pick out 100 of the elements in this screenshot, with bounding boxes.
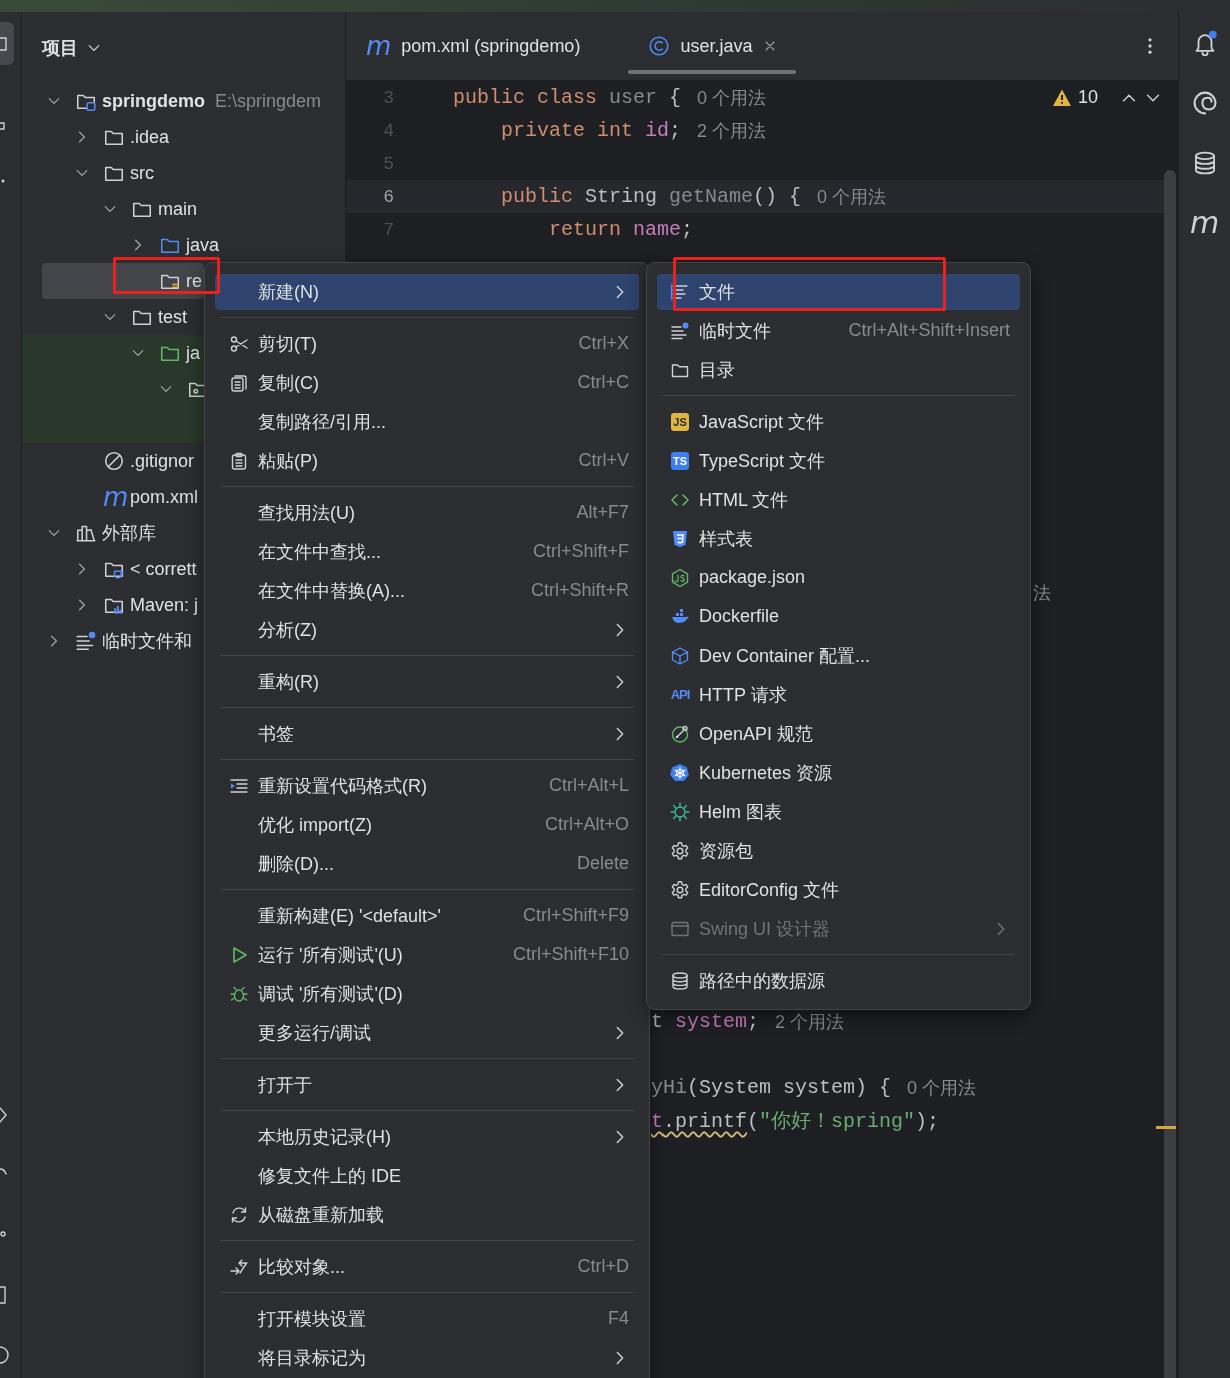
file-type-badge: JS <box>671 412 689 431</box>
editor-tab[interactable]: user.java <box>628 12 797 80</box>
menu-item[interactable]: 打开于 <box>215 1066 639 1103</box>
menu-item[interactable]: 运行 '所有测试'(U) Ctrl+Shift+F10 <box>215 936 639 973</box>
tree-row[interactable]: Maven: j <box>22 587 204 623</box>
shortcut-text: Ctrl+Alt+O <box>543 814 629 835</box>
shortcut-text: Ctrl+Alt+Shift+Insert <box>847 320 1010 341</box>
tree-item-label: re <box>186 270 202 292</box>
menu-item[interactable]: 资源包 <box>657 832 1020 869</box>
menu-item[interactable]: 路径中的数据源 <box>657 962 1020 999</box>
menu-item[interactable]: 将目录标记为 <box>215 1339 639 1376</box>
shortcut-text: Ctrl+Shift+R <box>529 580 629 601</box>
menu-item[interactable]: 在文件中替换(A)... Ctrl+Shift+R <box>215 572 639 609</box>
tree-row[interactable]: main <box>22 191 345 227</box>
menu-item[interactable]: 复制(C) Ctrl+C <box>215 364 639 401</box>
spiral-icon <box>1191 90 1218 116</box>
menu-item[interactable]: 文件 <box>657 273 1020 310</box>
tree-row[interactable]: .gitignor <box>22 443 204 479</box>
menu-item[interactable]: 查找用法(U) Alt+F7 <box>215 494 639 531</box>
project-path: E:\springdem <box>215 90 322 112</box>
panel-title[interactable]: 项目 <box>42 35 78 60</box>
maven-file-icon: m <box>366 35 392 57</box>
shortcut-text: Ctrl+Shift+F9 <box>521 905 629 926</box>
menu-item[interactable]: 书签 <box>215 715 639 752</box>
menu-item[interactable]: 修复文件上的 IDE <box>215 1157 639 1194</box>
usage-hint: 2 个用法 <box>775 1010 845 1034</box>
menu-item[interactable]: JS JavaScript 文件 <box>657 403 1020 440</box>
clipboard-icon <box>229 450 249 471</box>
menu-item[interactable]: 重构(R) <box>215 663 639 700</box>
menu-item[interactable]: 重新设置代码格式(R) Ctrl+Alt+L <box>215 767 639 804</box>
menu-item[interactable]: 新建(N) <box>215 273 639 310</box>
shortcut-text: Ctrl+X <box>577 333 629 354</box>
scissors-icon <box>229 333 249 354</box>
menu-item[interactable]: 从磁盘重新加载 <box>215 1196 639 1233</box>
project-tool-button[interactable] <box>0 22 14 65</box>
api-label: API <box>670 687 690 702</box>
tree-row[interactable]: m pom.xml <box>22 479 204 515</box>
tree-item-label: .idea <box>130 126 170 148</box>
menu-item[interactable]: HTML 文件 <box>657 481 1020 518</box>
tree-row[interactable]: 临时文件和 <box>22 623 204 659</box>
editor-tab[interactable]: m pom.xml (springdemo) <box>346 12 599 80</box>
menu-item[interactable]: 复制路径/引用... <box>215 403 639 440</box>
tree-item-label: src <box>130 162 154 184</box>
scrollbar-thumb[interactable] <box>1164 170 1176 1378</box>
menu-item[interactable]: 在文件中查找... Ctrl+Shift+F <box>215 533 639 570</box>
tree-item-label: main <box>158 198 197 220</box>
sun-icon <box>670 801 690 822</box>
tree-row[interactable]: re <box>42 263 204 299</box>
file-lines-icon <box>670 281 690 302</box>
menu-item[interactable]: TS TypeScript 文件 <box>657 442 1020 479</box>
tree-row[interactable]: test <box>22 299 204 335</box>
cube-icon <box>670 645 690 666</box>
tree-item-label: pom.xml <box>130 486 198 508</box>
menu-item[interactable]: Helm 图表 <box>657 793 1020 830</box>
menu-item[interactable]: API HTTP 请求 <box>657 676 1020 713</box>
menu-item[interactable]: Dev Container 配置... <box>657 637 1020 674</box>
menu-item[interactable]: 打开模块设置 F4 <box>215 1300 639 1337</box>
menu-item[interactable]: 剪切(T) Ctrl+X <box>215 325 639 362</box>
tree-item-label: Maven: j <box>130 594 199 616</box>
maven-tool-icon[interactable]: m <box>1189 210 1220 236</box>
menu-item[interactable]: OpenAPI 规范 <box>657 715 1020 752</box>
menu-item[interactable]: package.json <box>657 559 1020 596</box>
menu-item[interactable]: 优化 import(Z) Ctrl+Alt+O <box>215 806 639 843</box>
tree-row[interactable]: java <box>22 227 345 263</box>
menu-item[interactable]: 目录 <box>657 351 1020 388</box>
menu-item[interactable]: Dockerfile <box>657 598 1020 635</box>
menu-item[interactable]: 分析(Z) <box>215 611 639 648</box>
tree-row[interactable]: < corrett <box>22 551 204 587</box>
menu-item[interactable]: 重新构建(E) '<default>' Ctrl+Shift+F9 <box>215 897 639 934</box>
menu-item[interactable]: 调试 '所有测试'(D) <box>215 975 639 1012</box>
menu-item[interactable]: EditorConfig 文件 <box>657 871 1020 908</box>
code-line: yHi(System system) { <box>651 1076 892 1099</box>
ignore-file-icon <box>103 450 125 472</box>
line-number: 6 <box>382 186 394 207</box>
usage-hint: 0 个用法 <box>817 185 887 209</box>
tree-row[interactable]: src <box>22 155 345 191</box>
gauge-icon <box>670 723 690 744</box>
hexagon-icon <box>670 567 690 588</box>
tree-row[interactable]: 外部库 <box>22 515 204 551</box>
usage-hint: 法 <box>1033 581 1051 605</box>
tree-row[interactable]: .idea <box>22 119 345 155</box>
menu-item[interactable]: 更多运行/调试 <box>215 1014 639 1051</box>
shortcut-text: Delete <box>575 853 629 874</box>
usage-hint: 0 个用法 <box>697 86 767 110</box>
warning-count[interactable]: 10 <box>1077 87 1098 108</box>
menu-item[interactable]: 临时文件 Ctrl+Alt+Shift+Insert <box>657 312 1020 349</box>
menu-item[interactable]: 比较对象... Ctrl+D <box>215 1248 639 1285</box>
code-line: public class user { <box>453 86 682 109</box>
tree-row[interactable]: springdemo E:\springdem <box>22 83 345 119</box>
menu-item[interactable]: 删除(D)... Delete <box>215 845 639 882</box>
menu-item[interactable]: Kubernetes 资源 <box>657 754 1020 791</box>
menu-item[interactable]: 样式表 <box>657 520 1020 557</box>
more-icon <box>1148 38 1152 54</box>
tree-row[interactable]: ja <box>22 335 204 371</box>
shortcut-text: Ctrl+Shift+F <box>531 541 629 562</box>
code-line: t system; <box>651 1010 760 1033</box>
menu-item[interactable]: 粘贴(P) Ctrl+V <box>215 442 639 479</box>
menu-item[interactable]: 本地历史记录(H) <box>215 1118 639 1155</box>
gear-icon <box>670 840 690 861</box>
database-icon <box>670 970 690 991</box>
